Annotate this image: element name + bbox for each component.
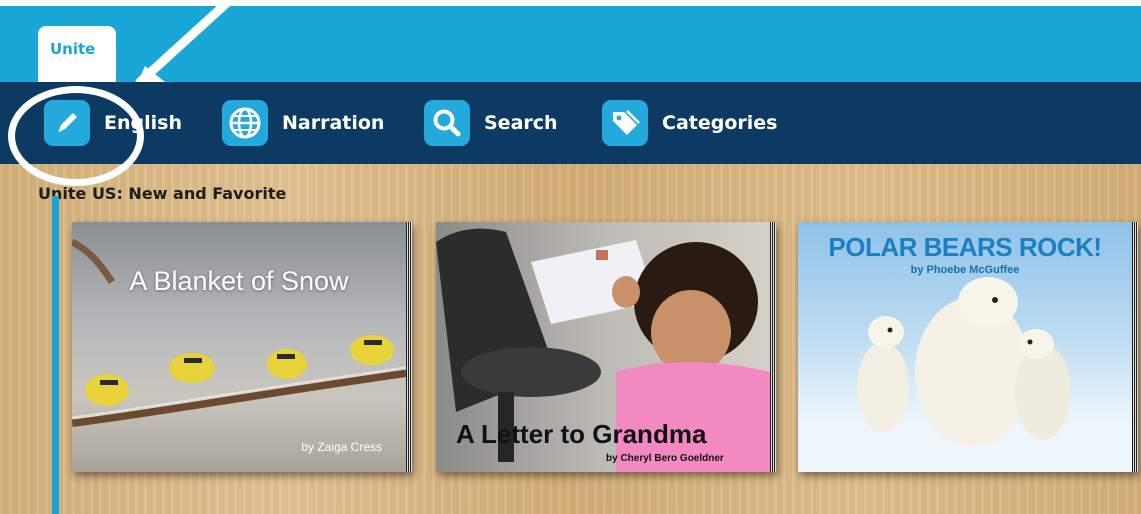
branch-birds-illustration [72, 238, 406, 427]
book-cover-polar-bears-rock[interactable]: POLAR BEARS ROCK! by Phoebe McGuffee [798, 222, 1138, 472]
magnifier-icon [424, 100, 470, 146]
nav-item-search[interactable]: Search [424, 98, 558, 148]
nav-item-narration[interactable]: Narration [222, 98, 384, 148]
annotation-circle [8, 86, 144, 186]
book-spine [770, 222, 776, 472]
book-title: A Blanket of Snow [129, 266, 349, 296]
nav-label-categories: Categories [662, 112, 778, 134]
nav-label-search: Search [484, 112, 558, 134]
book-author: by Zaiga Cress [301, 440, 382, 454]
book-cover-letter-to-grandma[interactable]: A Letter to Grandma by Cheryl Bero Goeld… [436, 222, 776, 472]
nav-bar: English Narration Search Categories [0, 82, 1141, 164]
book-cover-blanket-of-snow[interactable]: A Blanket of Snow by Zaiga Cress [72, 222, 412, 472]
annotation-line [52, 196, 59, 514]
book-spine [1132, 222, 1138, 472]
book-author: by Phoebe McGuffee [910, 264, 1020, 276]
book-title: A Letter to Grandma [456, 419, 707, 449]
logo-text: Unite [50, 40, 96, 58]
globe-icon [222, 100, 268, 146]
book-spine [406, 222, 412, 472]
book-author: by Cheryl Bero Goeldner [606, 453, 724, 464]
section-title: Unite US: New and Favorite [38, 184, 287, 203]
book-title: POLAR BEARS ROCK! [828, 232, 1102, 262]
nav-item-categories[interactable]: Categories [602, 98, 777, 148]
nav-label-narration: Narration [282, 112, 385, 134]
tag-icon [602, 100, 648, 146]
